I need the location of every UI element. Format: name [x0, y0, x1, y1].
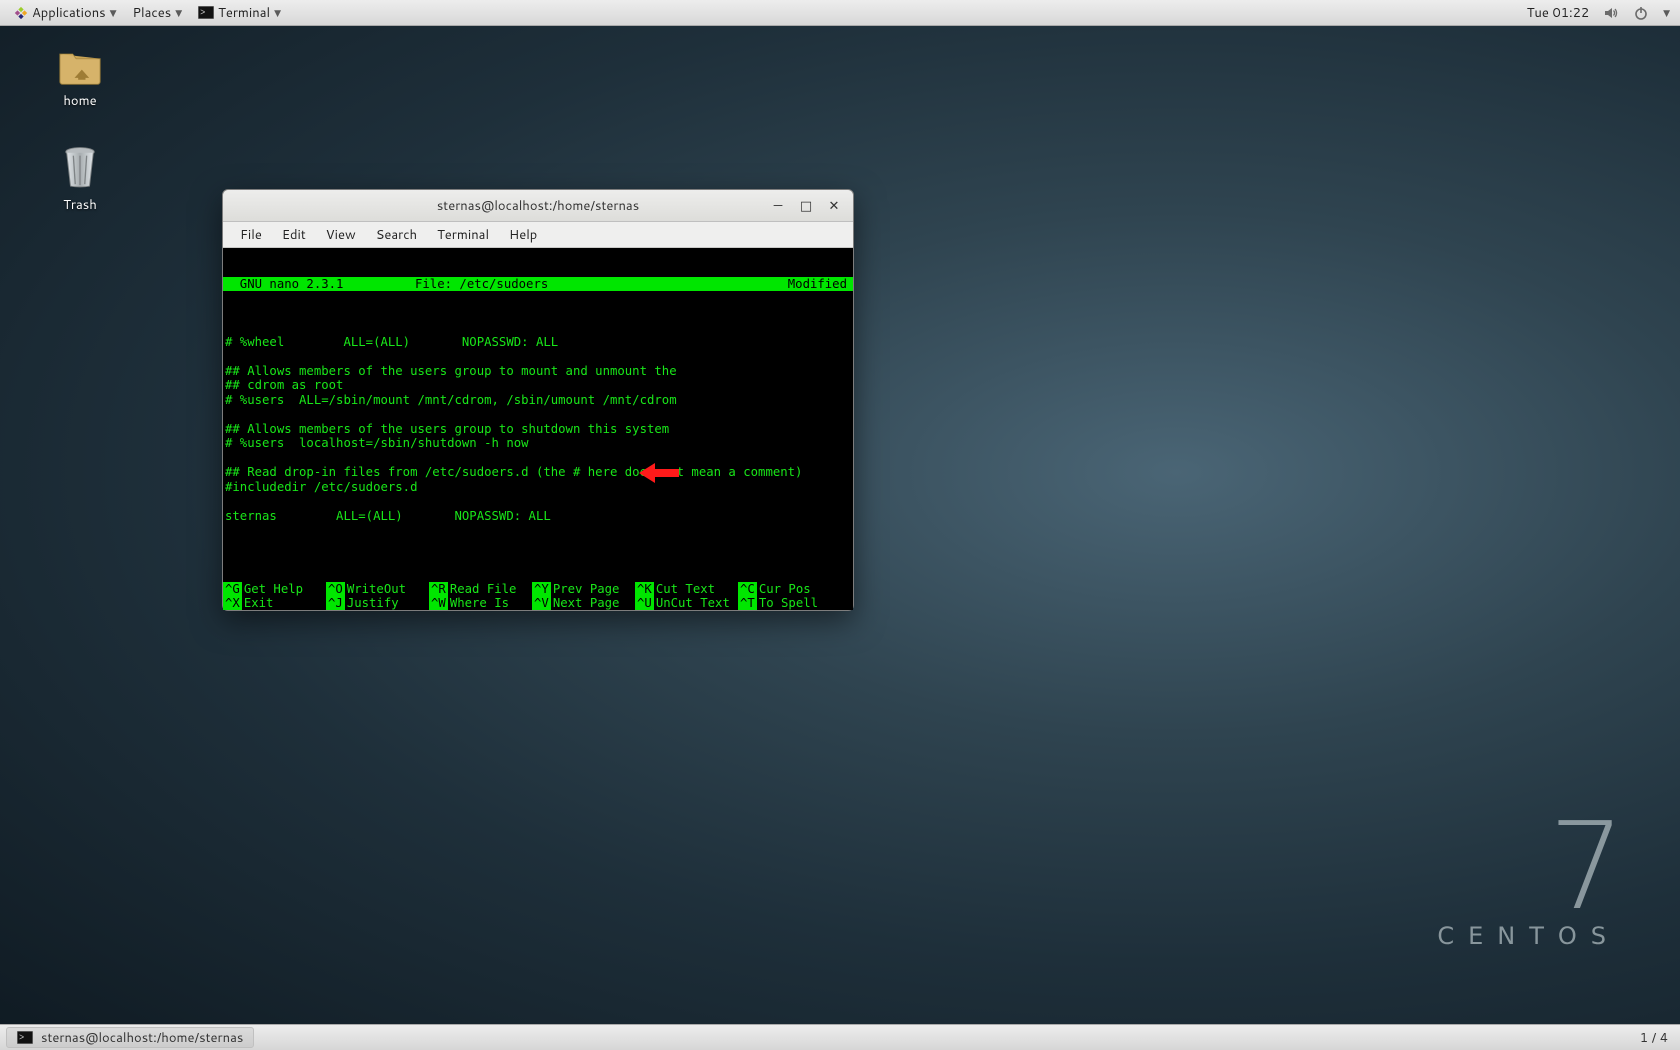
nano-footer: ^GGet Help^OWriteOut^RRead File^YPrev Pa… [223, 582, 853, 610]
shortcut-key: ^K [635, 582, 654, 597]
shortcut-label: WriteOut [345, 582, 410, 597]
nano-shortcut: ^OWriteOut [326, 582, 429, 596]
nano-content[interactable]: # %wheel ALL=(ALL) NOPASSWD: ALL ## Allo… [223, 320, 853, 523]
shortcut-key: ^R [429, 582, 448, 597]
menubar: File Edit View Search Terminal Help [223, 222, 853, 248]
places-menu[interactable]: Places ▼ [125, 0, 191, 25]
shortcut-label: Read File [448, 582, 521, 597]
nano-shortcut: ^VNext Page [532, 596, 635, 610]
chevron-down-icon: ▼ [274, 6, 281, 19]
annotation-arrow-icon [595, 448, 679, 501]
shortcut-label: UnCut Text [654, 596, 734, 611]
nano-header: GNU nano 2.3.1 File: /etc/sudoers Modifi… [223, 277, 853, 291]
centos-watermark: 7 CENTOS [1437, 820, 1620, 950]
shortcut-label: Justify [345, 596, 403, 611]
places-label: Places [133, 4, 172, 22]
shortcut-label: Next Page [551, 596, 624, 611]
shortcut-key: ^O [326, 582, 345, 597]
top-panel: Applications ▼ Places ▼ Terminal ▼ Tue 0… [0, 0, 1680, 26]
chevron-down-icon: ▼ [110, 6, 117, 19]
terminal-icon [198, 6, 214, 19]
shortcut-label: Get Help [242, 582, 307, 597]
menu-help[interactable]: Help [500, 223, 546, 247]
applications-menu[interactable]: Applications ▼ [6, 0, 125, 25]
desktop-icon-trash[interactable]: Trash [30, 146, 130, 214]
nano-file: File: /etc/sudoers [415, 277, 788, 292]
power-icon[interactable] [1633, 5, 1649, 21]
taskbar-item-terminal[interactable]: sternas@localhost:/home/sternas [6, 1027, 254, 1048]
nano-shortcut: ^YPrev Page [532, 582, 635, 596]
shortcut-label: Where Is [448, 596, 513, 611]
desktop-icon-label: Trash [30, 196, 130, 214]
nano-app: GNU nano 2.3.1 [225, 277, 415, 292]
close-button[interactable]: ✕ [827, 197, 841, 215]
shortcut-key: ^C [738, 582, 757, 597]
trash-icon [61, 146, 99, 190]
nano-shortcut: ^UUnCut Text [635, 596, 738, 610]
nano-shortcut: ^GGet Help [223, 582, 326, 596]
menu-search[interactable]: Search [367, 223, 426, 247]
nano-shortcut: ^KCut Text [635, 582, 738, 596]
shortcut-key: ^G [223, 582, 242, 597]
top-task-label: Terminal [218, 4, 270, 22]
desktop-icon-home[interactable]: home [30, 46, 130, 110]
window-title: sternas@localhost:/home/sternas [223, 197, 853, 215]
nano-shortcut: ^CCur Pos [738, 582, 841, 596]
bottom-panel: sternas@localhost:/home/sternas 1 / 4 [0, 1024, 1680, 1050]
clock[interactable]: Tue 01:22 [1527, 4, 1589, 22]
desktop-icon-label: home [30, 92, 130, 110]
terminal-window: sternas@localhost:/home/sternas — □ ✕ Fi… [222, 189, 854, 611]
watermark-seven: 7 [1437, 820, 1620, 916]
menu-file[interactable]: File [231, 223, 271, 247]
applications-label: Applications [32, 4, 106, 22]
workspace-indicator[interactable]: 1 / 4 [1640, 1029, 1674, 1047]
chevron-down-icon: ▼ [175, 6, 182, 19]
shortcut-label: Prev Page [551, 582, 624, 597]
watermark-name: CENTOS [1437, 922, 1620, 950]
titlebar[interactable]: sternas@localhost:/home/sternas — □ ✕ [223, 190, 853, 222]
chevron-down-icon[interactable]: ▼ [1663, 6, 1670, 19]
nano-shortcut: ^RRead File [429, 582, 532, 596]
nano-shortcut: ^XExit [223, 596, 326, 610]
minimize-button[interactable]: — [771, 197, 785, 215]
system-tray: Tue 01:22 ▼ [1527, 4, 1674, 22]
menu-terminal[interactable]: Terminal [428, 223, 498, 247]
shortcut-label: Cur Pos [757, 582, 815, 597]
shortcut-key: ^V [532, 596, 551, 611]
maximize-button[interactable]: □ [799, 197, 813, 215]
volume-icon[interactable] [1603, 5, 1619, 21]
taskbar-item-label: sternas@localhost:/home/sternas [41, 1029, 243, 1047]
shortcut-label: Exit [242, 596, 278, 611]
shortcut-key: ^U [635, 596, 654, 611]
shortcut-key: ^W [429, 596, 448, 611]
shortcut-key: ^J [326, 596, 345, 611]
menu-edit[interactable]: Edit [273, 223, 315, 247]
terminal-icon [17, 1031, 33, 1044]
menu-view[interactable]: View [317, 223, 365, 247]
shortcut-key: ^Y [532, 582, 551, 597]
shortcut-key: ^X [223, 596, 242, 611]
shortcut-label: To Spell [757, 596, 822, 611]
folder-home-icon [58, 46, 102, 86]
nano-shortcut: ^WWhere Is [429, 596, 532, 610]
terminal-body[interactable]: GNU nano 2.3.1 File: /etc/sudoers Modifi… [223, 248, 853, 610]
centos-logo-icon [14, 6, 28, 20]
shortcut-key: ^T [738, 596, 757, 611]
nano-modified: Modified [788, 277, 851, 292]
top-task-terminal[interactable]: Terminal ▼ [190, 0, 289, 25]
nano-shortcut: ^JJustify [326, 596, 429, 610]
shortcut-label: Cut Text [654, 582, 719, 597]
nano-shortcut: ^TTo Spell [738, 596, 841, 610]
